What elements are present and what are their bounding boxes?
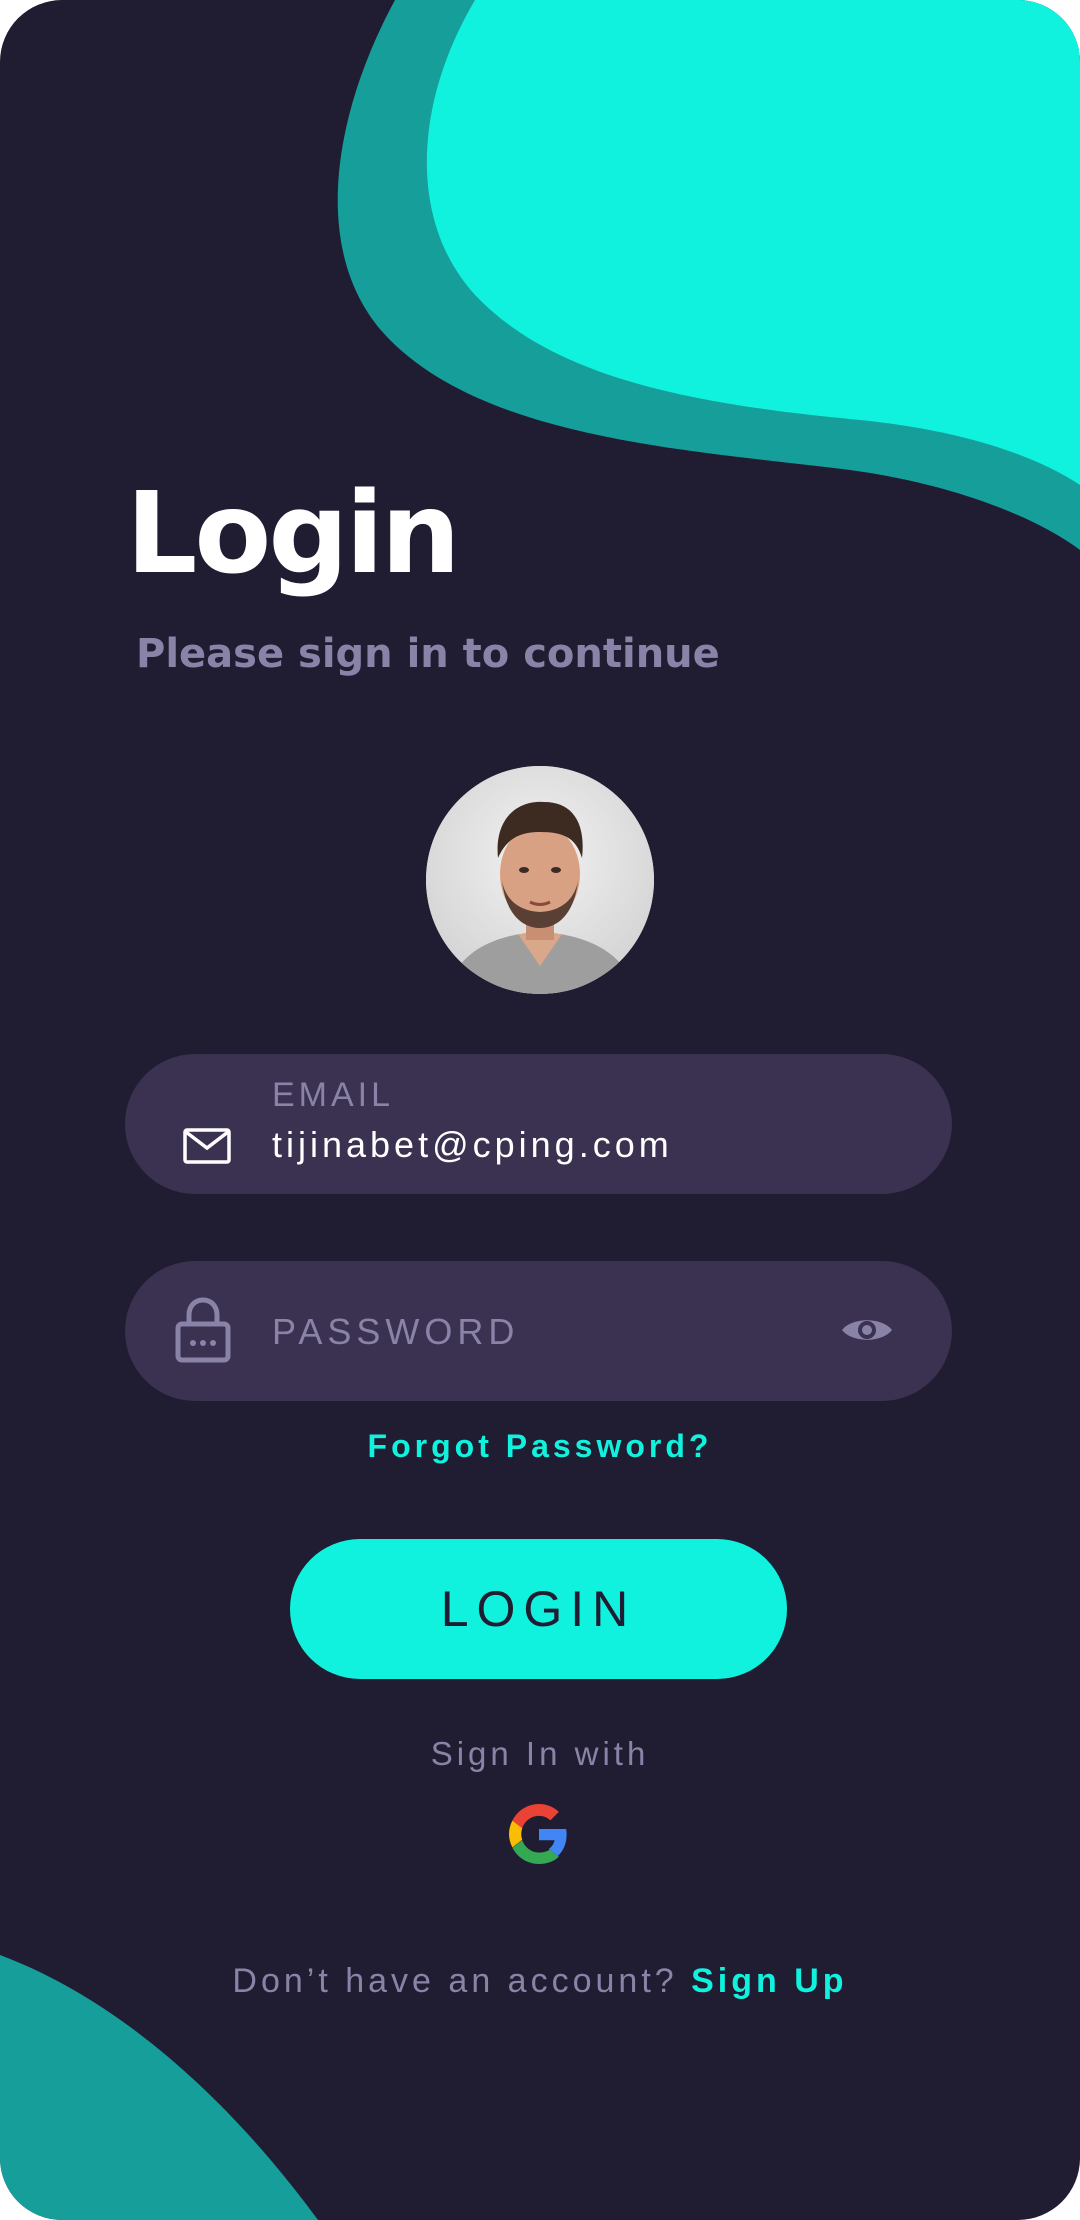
email-input[interactable]: tijinabet@cping.com — [272, 1124, 673, 1166]
email-field[interactable]: EMAIL tijinabet@cping.com — [125, 1054, 952, 1194]
avatar[interactable] — [426, 766, 654, 994]
eye-icon[interactable] — [840, 1313, 894, 1352]
lock-icon — [175, 1297, 231, 1368]
page-title: Login — [126, 469, 461, 599]
login-screen: Login Please sign in to continue EMAIL t… — [0, 0, 1080, 2220]
login-button[interactable]: LOGIN — [290, 1539, 787, 1679]
google-icon[interactable] — [509, 1804, 569, 1869]
signup-prompt: Don’t have an account? Sign Up — [0, 1962, 1080, 2001]
sign-in-with-label: Sign In with — [430, 1735, 650, 1772]
mail-icon — [183, 1128, 231, 1169]
signup-link[interactable]: Sign Up — [691, 1962, 847, 2000]
email-label: EMAIL — [272, 1076, 395, 1114]
password-input[interactable]: PASSWORD — [272, 1311, 519, 1353]
signup-prompt-text: Don’t have an account? — [232, 1962, 678, 2000]
forgot-password-link[interactable]: Forgot Password? — [0, 1428, 1080, 1465]
page-subtitle: Please sign in to continue — [136, 631, 720, 677]
avatar-portrait — [426, 766, 654, 994]
password-field[interactable]: PASSWORD — [125, 1261, 952, 1401]
